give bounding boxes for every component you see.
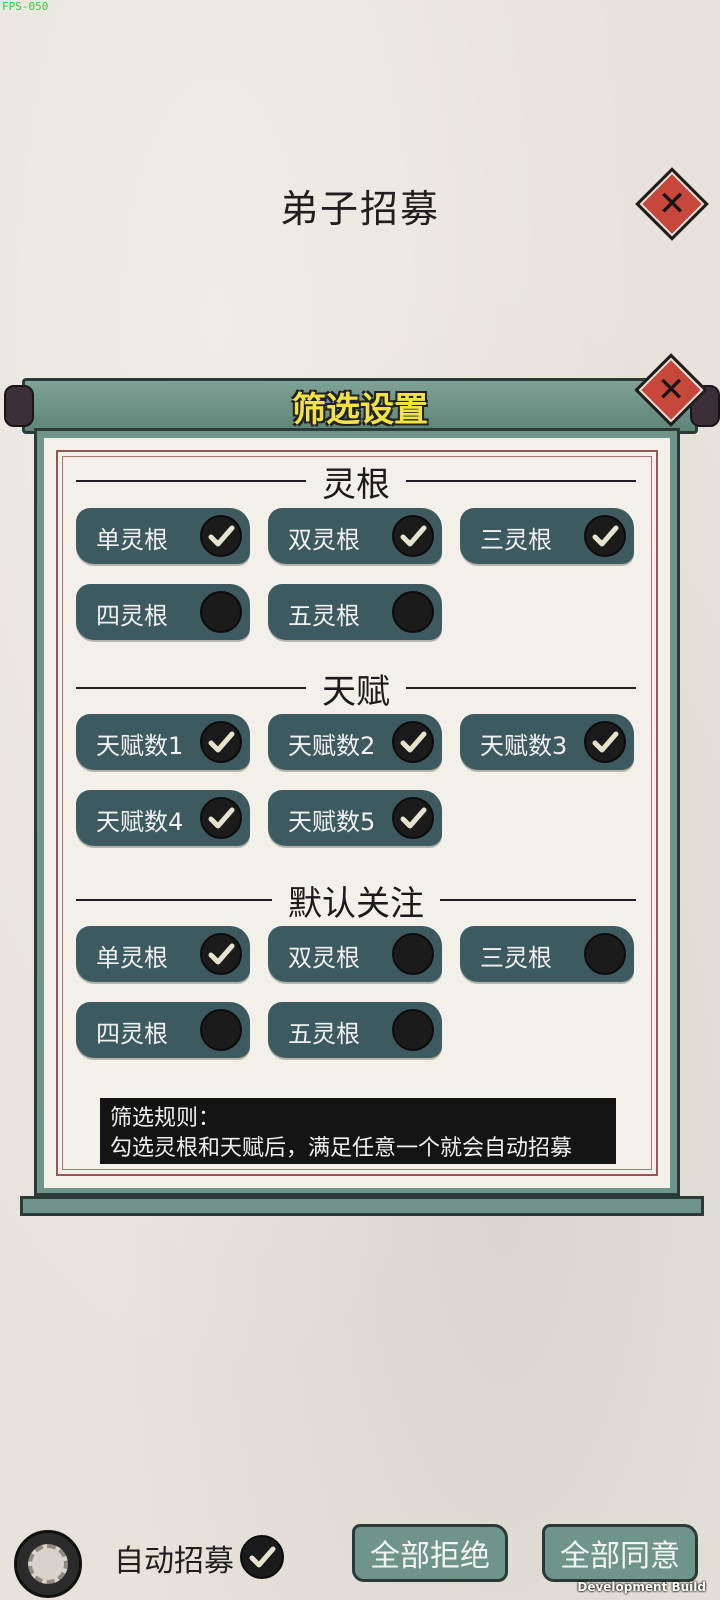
settings-gear-button[interactable] (14, 1530, 82, 1598)
rules-title: 筛选规则： (110, 1106, 221, 1131)
option-follow-3[interactable]: 三灵根 (460, 926, 634, 982)
check-icon (584, 721, 626, 763)
option-follow-1[interactable]: 单灵根 (76, 926, 250, 982)
option-label: 四灵根 (96, 1020, 168, 1048)
fps-counter: FPS-050 (2, 0, 49, 13)
option-tianfu-2[interactable]: 天赋数2 (268, 714, 442, 770)
option-label: 天赋数3 (480, 732, 568, 760)
filter-rules-box: 筛选规则： 勾选灵根和天赋后，满足任意一个就会自动招募 (100, 1098, 616, 1164)
option-label: 三灵根 (480, 944, 552, 972)
option-label: 单灵根 (96, 526, 168, 554)
check-icon (584, 933, 626, 975)
option-label: 天赋数5 (288, 808, 376, 836)
option-label: 天赋数2 (288, 732, 376, 760)
accept-all-button[interactable]: 全部同意 (542, 1524, 698, 1582)
option-label: 单灵根 (96, 944, 168, 972)
option-tianfu-4[interactable]: 天赋数4 (76, 790, 250, 846)
panel-title: 筛选设置 (292, 390, 428, 430)
check-icon (200, 591, 242, 633)
option-label: 双灵根 (288, 944, 360, 972)
build-watermark: Development Build (577, 1580, 706, 1594)
page-title: 弟子招募 (279, 187, 440, 231)
option-tianfu-1[interactable]: 天赋数1 (76, 714, 250, 770)
check-icon (200, 721, 242, 763)
checkmark-icon (208, 943, 235, 965)
checkmark-icon (208, 731, 235, 753)
section-header-tianfu: 天赋 (76, 668, 636, 712)
check-icon (392, 1009, 434, 1051)
option-linggen-1[interactable]: 单灵根 (76, 508, 250, 564)
check-icon (584, 515, 626, 557)
option-label: 四灵根 (96, 602, 168, 630)
option-linggen-5[interactable]: 五灵根 (268, 584, 442, 640)
rules-text: 勾选灵根和天赋后，满足任意一个就会自动招募 (110, 1136, 573, 1161)
reject-all-button[interactable]: 全部拒绝 (352, 1524, 508, 1582)
option-tianfu-5[interactable]: 天赋数5 (268, 790, 442, 846)
option-linggen-2[interactable]: 双灵根 (268, 508, 442, 564)
gear-icon (28, 1544, 68, 1584)
option-label: 天赋数1 (96, 732, 184, 760)
check-icon (392, 721, 434, 763)
check-icon (200, 515, 242, 557)
section-header-linggen: 灵根 (76, 461, 636, 505)
close-icon: ✕ (657, 184, 687, 224)
option-label: 五灵根 (288, 602, 360, 630)
option-follow-5[interactable]: 五灵根 (268, 1002, 442, 1058)
checkmark-icon (400, 807, 427, 829)
checkmark-icon (592, 525, 619, 547)
option-linggen-3[interactable]: 三灵根 (460, 508, 634, 564)
option-label: 五灵根 (288, 1020, 360, 1048)
auto-recruit-label: 自动招募 (114, 1544, 234, 1579)
section-header-default-follow: 默认关注 (76, 880, 636, 924)
check-icon (392, 591, 434, 633)
check-icon (200, 933, 242, 975)
checkmark-icon (400, 525, 427, 547)
check-icon (200, 797, 242, 839)
option-follow-2[interactable]: 双灵根 (268, 926, 442, 982)
option-label: 三灵根 (480, 526, 552, 554)
checkmark-icon (400, 731, 427, 753)
checkmark-icon (592, 731, 619, 753)
check-icon (200, 1009, 242, 1051)
check-icon (392, 515, 434, 557)
option-label: 天赋数4 (96, 808, 184, 836)
option-tianfu-3[interactable]: 天赋数3 (460, 714, 634, 770)
close-icon: ✕ (656, 370, 686, 410)
checkmark-icon (208, 807, 235, 829)
check-icon (392, 933, 434, 975)
checkmark-icon (208, 525, 235, 547)
auto-recruit-checkbox[interactable] (240, 1535, 284, 1579)
panel-bottom-bar (20, 1196, 704, 1216)
checkmark-icon (249, 1546, 276, 1568)
option-follow-4[interactable]: 四灵根 (76, 1002, 250, 1058)
check-icon (392, 797, 434, 839)
option-label: 双灵根 (288, 526, 360, 554)
option-linggen-4[interactable]: 四灵根 (76, 584, 250, 640)
